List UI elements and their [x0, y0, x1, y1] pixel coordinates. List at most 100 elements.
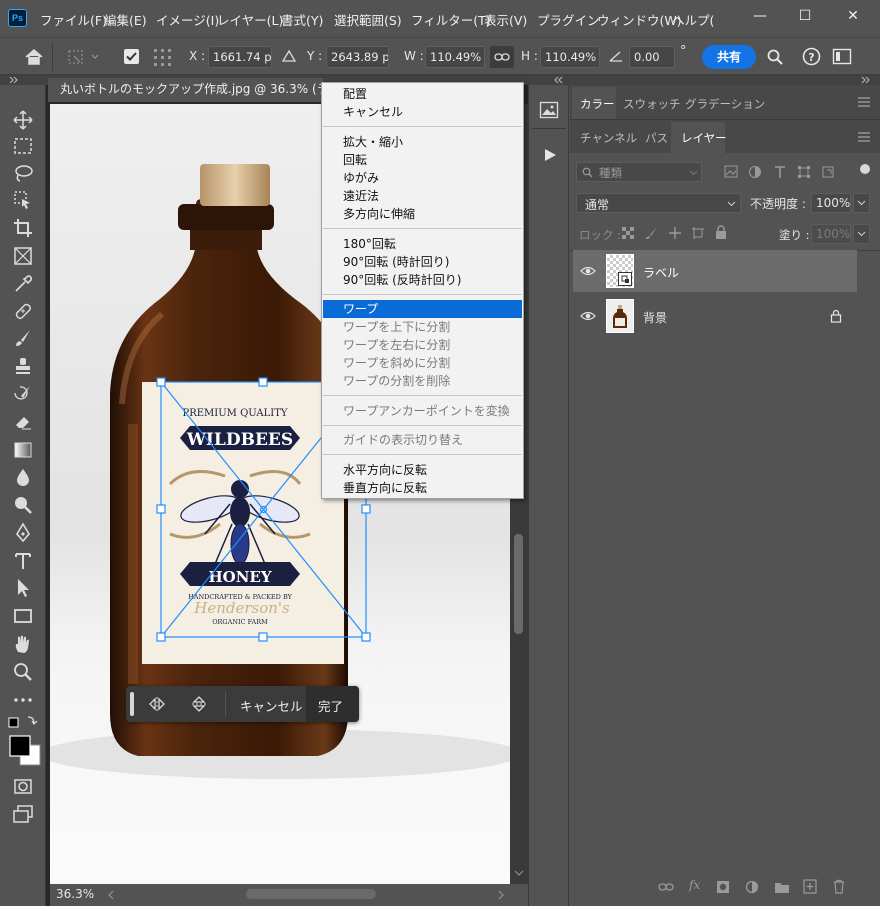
menu-item-convert-warp-anchor[interactable]: ワープアンカーポイントを変換	[323, 402, 522, 420]
menu-file[interactable]: ファイル(F)	[40, 10, 107, 29]
actions-play-icon[interactable]	[542, 147, 558, 163]
opacity-field[interactable]: 100%	[811, 193, 851, 213]
lock-all-icon[interactable]	[714, 225, 728, 240]
pixel-filter-icon[interactable]	[724, 165, 738, 178]
zoom-level[interactable]: 36.3%	[56, 887, 94, 901]
zoom-tool-icon[interactable]	[12, 661, 34, 683]
type-tool-icon[interactable]	[12, 550, 34, 572]
eyedropper-tool-icon[interactable]	[12, 273, 34, 295]
link-layers-icon[interactable]	[658, 880, 674, 894]
flip-horizontal-icon[interactable]	[148, 695, 166, 713]
shape-filter-icon[interactable]	[797, 165, 811, 179]
menu-plugins[interactable]: プラグイン	[537, 10, 600, 29]
eraser-tool-icon[interactable]	[12, 411, 34, 433]
layer-filter-select[interactable]: 種類	[576, 162, 702, 182]
eye-icon[interactable]	[580, 310, 596, 322]
width-field[interactable]: 110.49%	[425, 46, 485, 68]
blur-tool-icon[interactable]	[12, 466, 34, 488]
lasso-tool-icon[interactable]	[12, 162, 34, 184]
y-position-field[interactable]: 2643.89 px	[326, 46, 389, 68]
layer-style-fx-icon[interactable]: fx	[689, 878, 700, 892]
delta-icon[interactable]	[282, 49, 296, 63]
image-panel-icon[interactable]	[539, 101, 559, 119]
opacity-slider-button[interactable]	[853, 193, 870, 213]
new-layer-icon[interactable]	[803, 879, 817, 894]
x-position-field[interactable]: 1661.74 px	[208, 46, 272, 68]
rotation-angle-field[interactable]: 0.00	[629, 46, 675, 68]
menu-item-skew[interactable]: ゆがみ	[323, 169, 522, 187]
adjustment-filter-icon[interactable]	[748, 165, 762, 179]
scroll-left-arrow-icon[interactable]	[106, 889, 116, 901]
drag-handle[interactable]	[130, 692, 134, 716]
vertical-scroll-thumb[interactable]	[514, 534, 523, 634]
menu-select[interactable]: 選択範囲(S)	[334, 10, 402, 29]
menu-item-cancel[interactable]: キャンセル	[323, 103, 522, 121]
collapse-chevron-icon[interactable]	[8, 76, 20, 84]
menu-help[interactable]: ヘルプ(	[672, 10, 714, 29]
transform-tool-icon[interactable]	[66, 48, 100, 66]
gradient-tool-icon[interactable]	[12, 439, 34, 461]
menu-item-toggle-guides[interactable]: ガイドの表示切り替え	[323, 431, 522, 449]
layer-row-label[interactable]: ラベル	[573, 250, 857, 292]
move-tool-icon[interactable]	[12, 109, 34, 131]
workspace-icon[interactable]	[832, 48, 852, 65]
menu-item-rotate-90-ccw[interactable]: 90°回転 (反時計回り)	[323, 271, 522, 289]
task-bar-done-button[interactable]: 完了	[318, 696, 343, 715]
menu-item-warp[interactable]: ワープ	[323, 300, 522, 318]
menu-edit[interactable]: 編集(E)	[104, 10, 147, 29]
trash-icon[interactable]	[832, 879, 846, 894]
maximize-button[interactable]: ☐	[791, 4, 819, 28]
menu-item-flip-horizontal[interactable]: 水平方向に反転	[323, 461, 522, 479]
menu-item-split-warp-vertical[interactable]: ワープを上下に分割	[323, 318, 522, 336]
crop-tool-icon[interactable]	[12, 217, 34, 239]
menu-item-rotate-180[interactable]: 180°回転	[323, 235, 522, 253]
fill-slider-button[interactable]	[853, 224, 870, 244]
menu-item-remove-warp-split[interactable]: ワープの分割を削除	[323, 372, 522, 390]
tab-channels[interactable]: チャンネル	[580, 130, 637, 146]
clone-stamp-tool-icon[interactable]	[12, 355, 34, 377]
menu-view[interactable]: 表示(V)	[484, 10, 527, 29]
menu-item-scale[interactable]: 拡大・縮小	[323, 133, 522, 151]
eye-icon[interactable]	[580, 265, 596, 277]
scroll-down-arrow-icon[interactable]	[513, 868, 525, 878]
minimize-button[interactable]: —	[746, 4, 774, 28]
color-swatches[interactable]	[6, 715, 42, 771]
close-button[interactable]: ✕	[839, 4, 867, 28]
brush-tool-icon[interactable]	[12, 327, 34, 349]
menu-item-rotate[interactable]: 回転	[323, 151, 522, 169]
horizontal-scroll-thumb[interactable]	[246, 889, 376, 899]
home-icon[interactable]	[24, 48, 44, 66]
height-field[interactable]: 110.49%	[540, 46, 600, 68]
menu-window[interactable]: ウィンドウ(W)	[597, 10, 682, 29]
dodge-tool-icon[interactable]	[12, 494, 34, 516]
scroll-right-arrow-icon[interactable]	[496, 889, 506, 901]
healing-brush-tool-icon[interactable]	[12, 300, 34, 322]
expand-chevron-icon[interactable]	[553, 76, 565, 84]
smart-object-filter-icon[interactable]	[821, 165, 835, 179]
menu-item-perspective[interactable]: 遠近法	[323, 187, 522, 205]
quick-mask-icon[interactable]	[12, 775, 34, 797]
help-icon[interactable]: ?	[802, 47, 821, 66]
tab-gradients[interactable]: グラデーション	[685, 96, 765, 112]
reference-point-grid-icon[interactable]	[152, 47, 174, 67]
lock-artboard-icon[interactable]	[691, 226, 705, 240]
tab-paths[interactable]: パス	[645, 130, 668, 146]
link-proportions-button[interactable]	[490, 46, 514, 68]
adjustment-layer-icon[interactable]	[745, 880, 759, 894]
group-folder-icon[interactable]	[774, 880, 790, 894]
reference-point-checkbox[interactable]	[124, 49, 139, 64]
add-mask-icon[interactable]	[716, 880, 730, 894]
menu-item-distort[interactable]: 多方向に伸縮	[323, 205, 522, 223]
type-filter-icon[interactable]	[773, 165, 787, 179]
layer-row-background[interactable]: 背景	[573, 295, 857, 337]
object-selection-tool-icon[interactable]	[12, 189, 34, 211]
blend-mode-select[interactable]: 通常	[576, 193, 741, 213]
screen-mode-icon[interactable]	[12, 803, 34, 825]
marquee-tool-icon[interactable]	[12, 135, 34, 157]
search-icon[interactable]	[766, 48, 784, 66]
menu-item-flip-vertical[interactable]: 垂直方向に反転	[323, 479, 522, 497]
menu-type[interactable]: 書式(Y)	[281, 10, 323, 29]
lock-transparency-icon[interactable]	[621, 226, 635, 240]
frame-tool-icon[interactable]	[12, 245, 34, 267]
tab-layers[interactable]: レイヤー	[681, 130, 727, 146]
